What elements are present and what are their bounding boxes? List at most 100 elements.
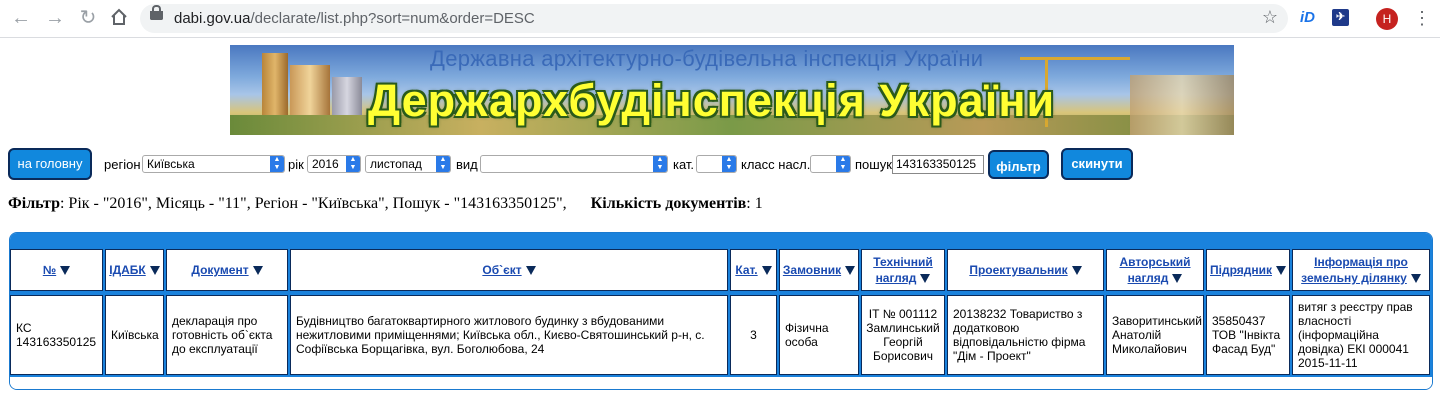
column-header-label: Авторський [1119,255,1191,269]
category-select[interactable]: ▲ ▼ [696,155,737,173]
chevron-updown-icon: ▲ ▼ [346,156,360,172]
column-header-customer[interactable]: Замовник [779,249,859,291]
year-select[interactable]: 2016 ▲ ▼ [307,155,361,173]
chevron-updown-icon: ▲ ▼ [436,156,450,172]
chevron-updown-icon: ▲ ▼ [653,156,667,172]
home-button[interactable]: на головну [8,148,92,180]
cell-text: КС [16,321,32,335]
document-count-value: : 1 [746,195,763,212]
table-cell-contractor: 35850437 ТОВ "Інвікта Фасад Буд" [1206,295,1290,375]
table-grid: № ІДАБК Документ Об`єкт Кат. Замовник Те… [10,245,1432,377]
sort-down-icon [525,265,536,275]
filter-summary: Фільтр: Рік - "2016", Місяць - "11", Рег… [8,195,763,213]
back-arrow-icon[interactable]: ← [10,7,32,29]
table-cell-idabk: Київська [105,295,164,375]
table-cell-customer: Фізична особа [779,295,859,375]
column-header-object[interactable]: Об`єкт [290,249,728,291]
banner-subtitle: Державна архітектурно-будівельна інспекц… [430,46,984,71]
avatar[interactable]: Н [1376,8,1398,30]
lock-icon[interactable] [150,5,163,20]
column-header-contractor[interactable]: Підрядник [1206,249,1290,291]
filter-summary-label: Фільтр [8,195,60,212]
column-header-label: Документ [191,263,249,277]
extension-id-icon[interactable]: iD [1300,9,1315,26]
column-header-label: Технічний [873,255,933,269]
sort-down-icon [252,265,263,275]
menu-kebab-icon[interactable]: ⋮ [1413,8,1431,28]
cell-text: 143163350125 [16,335,97,349]
column-header-label: нагляд [1127,271,1169,285]
column-header-label: Інформація про [1314,255,1408,269]
home-icon[interactable] [108,7,130,29]
column-header-land-info[interactable]: Інформація про земельну ділянку [1292,249,1430,291]
region-label: регіон [104,157,141,172]
sort-down-icon [1410,274,1421,284]
month-select[interactable]: листопад ▲ ▼ [365,155,451,173]
extension-icon[interactable]: ✈ [1332,9,1349,26]
sort-down-icon [845,265,856,275]
column-header-label: нагляд [875,271,917,285]
table-cell-author-supervision: Заворитинський Анатолій Миколайович [1106,295,1204,375]
table-bottom-bar [10,377,1432,389]
address-bar[interactable]: dabi.gov.ua/declarate/list.php?sort=num&… [140,4,1288,33]
region-select-value: Київська [147,157,195,171]
filter-button[interactable]: фільтр [988,150,1049,179]
class-select[interactable]: ▲ ▼ [810,155,851,173]
column-header-author-supervision[interactable]: Авторський нагляд [1106,249,1204,291]
reload-icon[interactable]: ↻ [77,7,99,29]
document-count-label: Кількість документів [590,195,747,212]
region-select[interactable]: Київська ▲ ▼ [142,155,285,173]
sort-down-icon [920,274,931,284]
column-header-label: Проектувальник [969,263,1068,277]
class-label: класс насл. [741,157,811,172]
bookmark-star-icon[interactable]: ☆ [1262,7,1278,28]
search-input[interactable]: 143163350125 [892,155,984,174]
column-header-label: Об`єкт [482,263,522,277]
url-text: dabi.gov.ua/declarate/list.php?sort=num&… [174,10,535,27]
column-header-label: Замовник [782,263,842,277]
table-top-bar [10,233,1432,245]
sort-down-icon [149,265,160,275]
reset-button[interactable]: скинути [1061,148,1133,180]
table-cell-category: 3 [730,295,777,375]
table-cell-tech-supervision: ІТ № 001112 Замлинський Георгій Борисови… [861,295,945,375]
column-header-label: Підрядник [1210,263,1272,277]
column-header-label: Кат. [735,263,758,277]
chevron-updown-icon: ▲ ▼ [836,156,850,172]
column-header-label: земельну ділянку [1301,271,1407,285]
table-cell-document: декларація про готовність об`єкта до екс… [166,295,288,375]
year-select-value: 2016 [312,157,339,171]
chevron-updown-icon: ▲ ▼ [270,156,284,172]
column-header-label: ІДАБК [109,263,146,277]
column-header-num[interactable]: № [10,249,103,291]
column-header-tech-supervision[interactable]: Технічний нагляд [861,249,945,291]
search-label: пошук [855,157,892,172]
month-select-value: листопад [370,157,422,171]
column-header-document[interactable]: Документ [166,249,288,291]
column-header-category[interactable]: Кат. [730,249,777,291]
table-cell-designer: 20138232 Товариство з додатковою відпові… [947,295,1104,375]
column-header-designer[interactable]: Проектувальник [947,249,1104,291]
browser-toolbar: ← → ↻ dabi.gov.ua/declarate/list.php?sor… [0,0,1440,38]
site-banner: Державна архітектурно-будівельна інспекц… [230,45,1234,135]
table-cell-object: Будівництво багатоквартирного житлового … [290,295,728,375]
column-header-label: № [42,263,57,277]
sort-down-icon [60,265,71,275]
banner-building [1130,75,1234,135]
type-label: вид [456,157,478,172]
banner-title: Держархбудінспекція України [368,75,1056,126]
sort-down-icon [1172,274,1183,284]
year-label: рік [288,157,304,172]
filter-summary-text: : Рік - "2016", Місяць - "11", Регіон - … [59,195,567,212]
declarations-table: № ІДАБК Документ Об`єкт Кат. Замовник Те… [9,232,1433,390]
sort-down-icon [761,265,772,275]
banner-crane [1020,57,1130,60]
sort-down-icon [1071,265,1082,275]
column-header-idabk[interactable]: ІДАБК [105,249,164,291]
type-select[interactable]: ▲ ▼ [480,155,668,173]
table-cell-num: КС 143163350125 [10,295,103,375]
forward-arrow-icon[interactable]: → [44,7,66,29]
category-label: кат. [673,157,695,172]
chevron-updown-icon: ▲ ▼ [722,156,736,172]
sort-down-icon [1276,265,1286,275]
